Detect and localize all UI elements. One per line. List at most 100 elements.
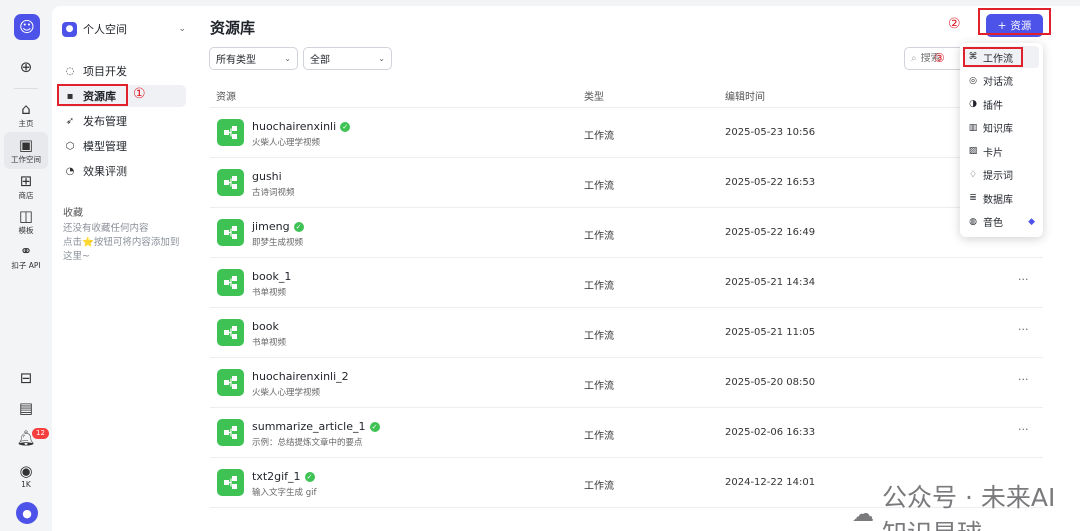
menu-item-plugin[interactable]: ◑ 插件 xyxy=(964,93,1039,115)
menu-item-label: 知识库 xyxy=(983,124,1013,135)
knowledge-icon: ▥ xyxy=(968,122,978,133)
rail-item-store[interactable]: ⊞ 商店 xyxy=(4,172,48,201)
workflow-icon xyxy=(217,319,244,346)
workflow-icon xyxy=(217,419,244,446)
table-row[interactable]: book 书单视频 工作流 2025-05-21 11:05 ··· xyxy=(210,308,1043,358)
nav-label: 模型管理 xyxy=(83,140,127,153)
favorites-title: 收藏 xyxy=(63,208,83,219)
published-check-icon: ✓ xyxy=(340,121,351,132)
resource-edit-time: 2025-05-22 16:49 xyxy=(725,227,816,238)
rail-label-template: 模板 xyxy=(18,226,34,235)
page-title: 资源库 xyxy=(210,19,256,37)
resource-type: 工作流 xyxy=(584,331,614,342)
workflow-icon xyxy=(217,469,244,496)
table-row[interactable]: huochairenxinli ✓ 火柴人心理学视频 工作流 2025-05-23 10… xyxy=(210,108,1043,158)
coze-logo-icon[interactable]: ☺ xyxy=(14,14,40,40)
menu-item-label: 工作流 xyxy=(983,53,1013,65)
chevron-down-icon: ⌄ xyxy=(378,54,385,63)
apps-icon: ⊟ xyxy=(19,369,33,387)
wechat-icon: ☁︎ xyxy=(852,501,874,527)
rail-credits-button[interactable]: ◉ 1K xyxy=(4,462,48,489)
nav-item-projects[interactable]: ◌ 项目开发 xyxy=(58,60,186,82)
rail-item-api[interactable]: ⚭ 扣子 API xyxy=(4,242,48,271)
rail-item-template[interactable]: ◫ 模板 xyxy=(4,207,48,236)
rail-docs-button[interactable]: ▤ xyxy=(4,399,48,417)
resource-name-cell: txt2gif_1 ✓ xyxy=(252,470,315,483)
add-resource-menu: ⌘ 工作流 ◎ 对话流 ◑ 插件 ▥ 知识库 ▨ 卡片 ♢ 提示词 ≣ 数据库 ◍ 音色 ◆ xyxy=(960,43,1043,237)
type-filter-select[interactable]: 所有类型 ⌄ xyxy=(209,47,298,70)
library-main: 资源库 + 资源 所有类型 ⌄ 全部 ⌄ ⌕ 资源 类型 编辑时间 huocha… xyxy=(192,6,1080,531)
coin-icon: ◉ xyxy=(19,462,33,480)
nav-label: 资源库 xyxy=(83,90,116,103)
table-row[interactable]: book_1 书单视频 工作流 2025-05-21 14:34 ··· xyxy=(210,258,1043,308)
menu-item-chatflow[interactable]: ◎ 对话流 xyxy=(964,70,1039,92)
more-actions-icon[interactable]: ··· xyxy=(1018,373,1029,386)
resource-type: 工作流 xyxy=(584,381,614,392)
resource-name-cell: gushi xyxy=(252,170,282,183)
voice-icon: ◍ xyxy=(969,216,977,227)
menu-item-database[interactable]: ≣ 数据库 xyxy=(964,187,1039,209)
menu-item-workflow[interactable]: ⌘ 工作流 xyxy=(964,46,1039,68)
more-actions-icon[interactable]: ··· xyxy=(1018,323,1029,336)
resource-name-cell: jimeng ✓ xyxy=(252,220,304,233)
rail-item-home[interactable]: ⌂ 主页 xyxy=(4,100,48,129)
rail-create-button[interactable]: ⊕ xyxy=(4,58,48,76)
scope-filter-value: 全部 xyxy=(310,55,330,66)
nav-item-models[interactable]: ⬡ 模型管理 xyxy=(58,135,186,157)
menu-item-card[interactable]: ▨ 卡片 xyxy=(964,140,1039,162)
workflow-icon xyxy=(217,269,244,296)
database-icon: ≣ xyxy=(969,193,977,203)
premium-gem-icon: ◆ xyxy=(1028,216,1035,227)
space-switcher[interactable]: ● 个人空间 ⌄ xyxy=(62,16,186,42)
rail-label-workspace: 工作空间 xyxy=(11,155,41,164)
resource-edit-time: 2025-05-21 11:05 xyxy=(725,327,816,338)
table-row[interactable]: huochairenxinli_2 火柴人心理学视频 工作流 2025-05-20 0… xyxy=(210,358,1043,408)
nav-item-library[interactable]: ▪ 资源库 xyxy=(58,85,186,107)
table-row[interactable]: summarize_article_1 ✓ 示例：总结提炼文章中的要点 工作流 2025… xyxy=(210,408,1043,458)
type-filter-value: 所有类型 xyxy=(216,55,256,66)
resource-description: 书单视频 xyxy=(252,338,287,348)
resource-description: 书单视频 xyxy=(252,288,287,298)
add-resource-button[interactable]: + 资源 xyxy=(986,14,1043,37)
rail-item-workspace[interactable]: ▣ 工作空间 xyxy=(4,132,48,169)
more-actions-icon[interactable]: ··· xyxy=(1018,423,1029,436)
rail-apps-button[interactable]: ⊟ xyxy=(4,369,48,387)
menu-item-knowledge[interactable]: ▥ 知识库 xyxy=(964,117,1039,139)
resource-type: 工作流 xyxy=(584,131,614,142)
menu-item-prompt[interactable]: ♢ 提示词 xyxy=(964,164,1039,186)
nav-label: 项目开发 xyxy=(83,65,127,78)
workflow-icon xyxy=(217,369,244,396)
doc-icon: ▤ xyxy=(18,399,34,417)
project-icon: ◌ xyxy=(65,65,75,77)
left-rail: ☺ ⊕ ⌂ 主页 ▣ 工作空间 ⊞ 商店 ◫ 模板 ⚭ 扣子 API ⊟ ▤ 🔔… xyxy=(0,0,52,531)
library-icon: ▪ xyxy=(66,90,74,102)
nav-item-publish[interactable]: ➶ 发布管理 xyxy=(58,110,186,132)
resource-name-cell: summarize_article_1 ✓ xyxy=(252,420,380,433)
table-row[interactable]: jimeng ✓ 即梦生成视频 工作流 2025-05-22 16:49 xyxy=(210,208,1043,258)
resource-description: 火柴人心理学视频 xyxy=(252,138,321,148)
column-header-resource: 资源 xyxy=(216,92,236,103)
resource-name-cell: huochairenxinli_2 xyxy=(252,370,349,383)
workflow-icon xyxy=(217,169,244,196)
resource-name: huochairenxinli_2 xyxy=(252,370,349,383)
space-avatar-icon: ● xyxy=(62,21,77,37)
resource-edit-time: 2025-05-20 08:50 xyxy=(725,377,816,388)
resource-name: summarize_article_1 xyxy=(252,420,366,433)
menu-item-voice[interactable]: ◍ 音色 ◆ xyxy=(964,211,1039,233)
nav-item-evaluation[interactable]: ◔ 效果评测 xyxy=(58,160,186,182)
scope-filter-select[interactable]: 全部 ⌄ xyxy=(303,47,392,70)
resource-type: 工作流 xyxy=(584,181,614,192)
avatar[interactable]: ● xyxy=(16,502,38,524)
resource-description: 即梦生成视频 xyxy=(252,238,304,248)
space-name: 个人空间 xyxy=(83,23,127,36)
column-header-edited: 编辑时间 xyxy=(725,92,765,103)
plus-icon: + xyxy=(997,19,1007,32)
more-actions-icon[interactable]: ··· xyxy=(1018,273,1029,286)
evaluate-icon: ◔ xyxy=(65,165,75,177)
annotation-two: ② xyxy=(948,16,961,32)
api-icon: ⚭ xyxy=(19,242,33,260)
table-row[interactable]: gushi 古诗词视频 工作流 2025-05-22 16:53 xyxy=(210,158,1043,208)
resource-type: 工作流 xyxy=(584,281,614,292)
chatflow-icon: ◎ xyxy=(969,75,977,86)
resource-name: jimeng xyxy=(252,220,290,233)
